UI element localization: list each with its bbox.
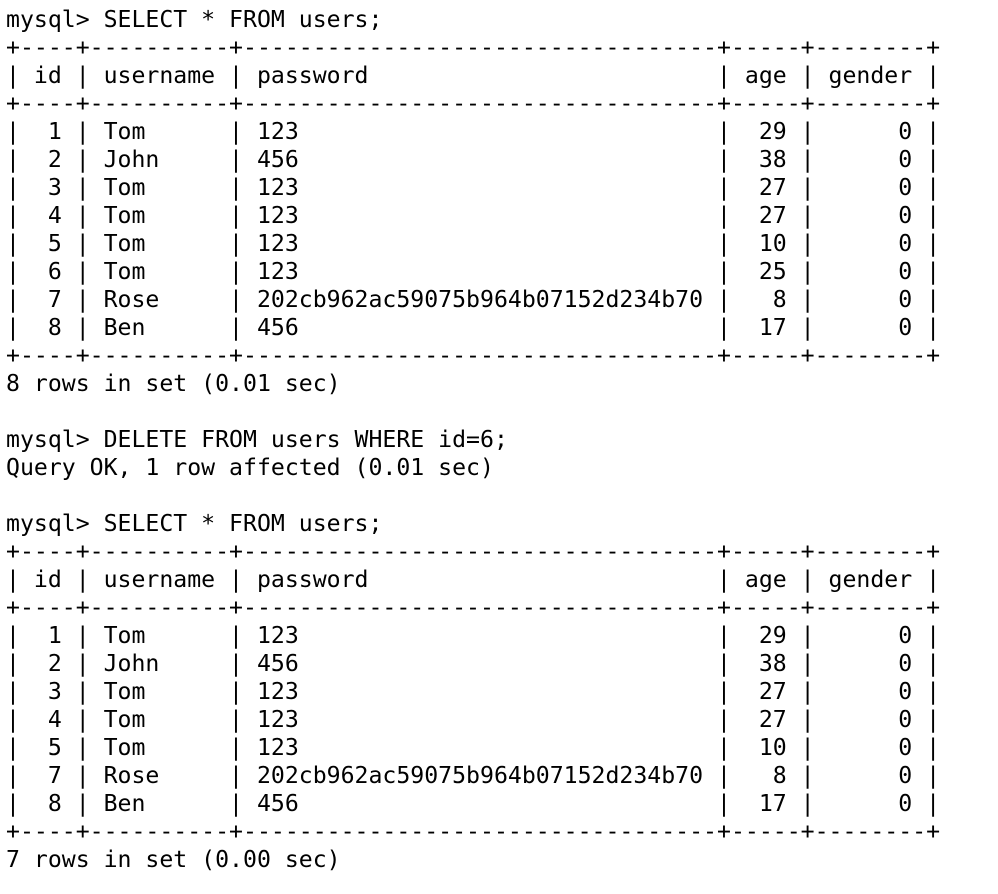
rows-in-set-status: 7 rows in set (0.00 sec) (6, 846, 341, 873)
table-separator: +----+----------+-----------------------… (6, 594, 941, 621)
table-separator: +----+----------+-----------------------… (6, 342, 941, 369)
command-line[interactable]: mysql> SELECT * FROM users; (6, 510, 998, 538)
command-line[interactable]: mysql> DELETE FROM users WHERE id=6; (6, 426, 998, 454)
table-header-row: | id | username | password | age | gende… (6, 566, 941, 593)
table-row: | 8 | Ben | 456 | 17 | 0 | (6, 790, 941, 817)
table-row: | 3 | Tom | 123 | 27 | 0 | (6, 678, 941, 705)
rows-in-set-status: 8 rows in set (0.01 sec) (6, 370, 341, 397)
table-row: | 4 | Tom | 123 | 27 | 0 | (6, 202, 941, 229)
command-line[interactable]: mysql> SELECT * FROM users; (6, 6, 998, 34)
table-row: | 7 | Rose | 202cb962ac59075b964b07152d2… (6, 762, 941, 789)
table-separator: +----+----------+-----------------------… (6, 538, 941, 565)
status-line: Query OK, 1 row affected (0.01 sec) (6, 454, 494, 481)
table-separator: +----+----------+-----------------------… (6, 90, 941, 117)
terminal-output[interactable]: mysql> SELECT * FROM users; +----+-------… (0, 0, 998, 894)
table-row: | 6 | Tom | 123 | 25 | 0 | (6, 258, 941, 285)
table-row: | 8 | Ben | 456 | 17 | 0 | (6, 314, 941, 341)
table-row: | 4 | Tom | 123 | 27 | 0 | (6, 706, 941, 733)
table-header-row: | id | username | password | age | gende… (6, 62, 941, 89)
table-row: | 1 | Tom | 123 | 29 | 0 | (6, 622, 941, 649)
table-row: | 2 | John | 456 | 38 | 0 | (6, 146, 941, 173)
table-row: | 2 | John | 456 | 38 | 0 | (6, 650, 941, 677)
table-row: | 7 | Rose | 202cb962ac59075b964b07152d2… (6, 286, 941, 313)
table-separator: +----+----------+-----------------------… (6, 818, 941, 845)
table-row: | 3 | Tom | 123 | 27 | 0 | (6, 174, 941, 201)
table-separator: +----+----------+-----------------------… (6, 34, 941, 61)
table-row: | 5 | Tom | 123 | 10 | 0 | (6, 734, 941, 761)
table-row: | 5 | Tom | 123 | 10 | 0 | (6, 230, 941, 257)
table-row: | 1 | Tom | 123 | 29 | 0 | (6, 118, 941, 145)
